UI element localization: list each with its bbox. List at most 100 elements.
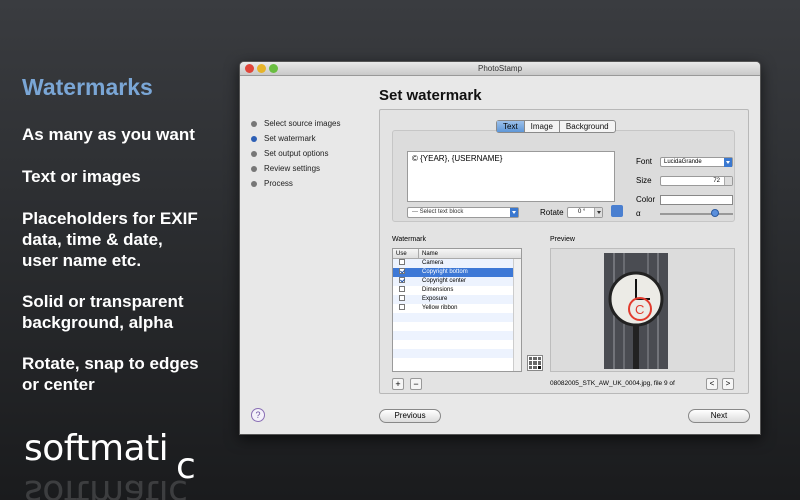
table-scrollbar[interactable] (513, 259, 521, 371)
preview-prev-button[interactable]: < (706, 378, 718, 390)
table-row[interactable]: Yellow ribbon (393, 304, 521, 313)
step-bullet-icon (251, 180, 257, 187)
watermark-table: Use Name Camera Copyright bottom Copyrig… (392, 248, 522, 372)
watermark-name: Copyright bottom (422, 269, 468, 275)
brand-logo: softmati (24, 428, 169, 469)
rotate-label: Rotate (540, 208, 564, 217)
tab-bar: Text Image Background (496, 120, 616, 133)
preview-file-info: 08082005_STK_AW_UK_0004.jpg, file 9 of (550, 380, 675, 387)
remove-watermark-button[interactable]: − (410, 378, 422, 390)
table-row-empty (393, 322, 521, 331)
watermark-text-field[interactable]: © {YEAR}, {USERNAME} (407, 151, 615, 202)
use-checkbox[interactable] (399, 295, 405, 302)
font-value: LucidaGrande (664, 159, 702, 165)
clock-photo-graphic: C (604, 253, 668, 369)
font-select[interactable]: LucidaGrande (660, 157, 733, 167)
table-body: Camera Copyright bottom Copyright center… (393, 259, 521, 367)
table-row[interactable]: Copyright bottom (393, 268, 521, 277)
help-button[interactable]: ? (251, 408, 265, 422)
step-bullet-icon (251, 165, 257, 172)
chevron-down-icon (510, 208, 518, 217)
promo-line: user name etc. (22, 251, 142, 270)
use-checkbox[interactable] (399, 268, 405, 275)
table-row-empty (393, 349, 521, 358)
step-item: Select source images (251, 116, 340, 131)
table-row[interactable]: Camera (393, 259, 521, 268)
watermark-name: Yellow ribbon (422, 305, 458, 311)
column-header-name[interactable]: Name (419, 249, 521, 258)
text-block-select-value: --- Select text block (412, 209, 464, 215)
chevron-down-icon (724, 158, 732, 167)
font-label: Font (636, 157, 653, 166)
preview-image: C (604, 253, 668, 369)
use-checkbox[interactable] (399, 286, 405, 293)
promo-line: background, alpha (22, 313, 174, 332)
step-label: Process (264, 179, 293, 188)
minimize-window-button[interactable] (257, 64, 266, 73)
table-header: Use Name (393, 249, 521, 259)
tab-text[interactable]: Text (497, 121, 525, 132)
promo-title: Watermarks (22, 74, 153, 100)
step-bullet-icon (251, 135, 257, 142)
add-watermark-button[interactable]: + (392, 378, 404, 390)
page-title: Set watermark (379, 87, 482, 104)
window-title: PhotoStamp (477, 64, 523, 73)
use-checkbox[interactable] (399, 304, 405, 311)
close-window-button[interactable] (245, 64, 254, 73)
next-button[interactable]: Next (688, 409, 750, 423)
title-bar[interactable]: PhotoStamp (240, 62, 760, 76)
watermark-name: Dimensions (422, 287, 454, 293)
table-row[interactable]: Copyright center (393, 277, 521, 286)
table-row[interactable]: Exposure (393, 295, 521, 304)
watermark-list-label: Watermark (392, 236, 426, 243)
step-label: Set watermark (264, 134, 316, 143)
text-settings-group: © {YEAR}, {USERNAME} --- Select text blo… (392, 130, 735, 222)
tab-background[interactable]: Background (560, 121, 615, 132)
svg-text:C: C (635, 302, 644, 317)
size-value: 72 (713, 178, 720, 184)
promo-line: data, time & date, (22, 230, 163, 249)
step-item: Review settings (251, 161, 340, 176)
alpha-slider-knob[interactable] (711, 209, 719, 217)
table-row-empty (393, 313, 521, 322)
promo-line: As many as you want (22, 125, 195, 144)
size-stepper[interactable] (724, 177, 732, 185)
promo-line: or center (22, 375, 95, 394)
preview-next-button[interactable]: > (722, 378, 734, 390)
rotate-select[interactable]: 0 ° (567, 207, 603, 218)
app-window: PhotoStamp Set watermark Select source i… (239, 61, 761, 435)
use-checkbox[interactable] (399, 277, 405, 284)
column-header-use[interactable]: Use (393, 249, 419, 258)
promo-line: Rotate, snap to edges (22, 354, 199, 373)
alpha-slider[interactable] (660, 213, 733, 215)
promo-line: Text or images (22, 167, 141, 186)
step-bullet-icon (251, 150, 257, 157)
brand-logo-reflection: softmatic (24, 472, 188, 500)
step-list: Select source images Set watermark Set o… (251, 116, 340, 191)
watermark-name: Camera (422, 260, 444, 266)
step-bullet-icon (251, 120, 257, 127)
size-label: Size (636, 176, 652, 185)
use-checkbox[interactable] (399, 259, 405, 266)
step-item: Set output options (251, 146, 340, 161)
color-well[interactable] (660, 195, 733, 205)
table-row-empty (393, 358, 521, 367)
step-item: Set watermark (251, 131, 340, 146)
watermark-panel: © {YEAR}, {USERNAME} --- Select text blo… (379, 109, 749, 394)
zoom-window-button[interactable] (269, 64, 278, 73)
tab-image[interactable]: Image (525, 121, 560, 132)
table-row-empty (393, 331, 521, 340)
size-field[interactable]: 72 (660, 176, 733, 186)
rotate-value: 0 ° (578, 209, 586, 215)
watermark-name: Copyright center (422, 278, 467, 284)
color-label: Color (636, 195, 656, 204)
table-row[interactable]: Dimensions (393, 286, 521, 295)
snap-position-button[interactable] (611, 205, 623, 217)
alpha-label: α (636, 209, 641, 218)
text-block-select[interactable]: --- Select text block (407, 207, 519, 218)
previous-button[interactable]: Previous (379, 409, 441, 423)
position-grid-icon[interactable] (527, 355, 543, 371)
promo-line: Placeholders for EXIF (22, 209, 198, 228)
preview-label: Preview (550, 236, 575, 243)
step-label: Review settings (264, 164, 321, 173)
